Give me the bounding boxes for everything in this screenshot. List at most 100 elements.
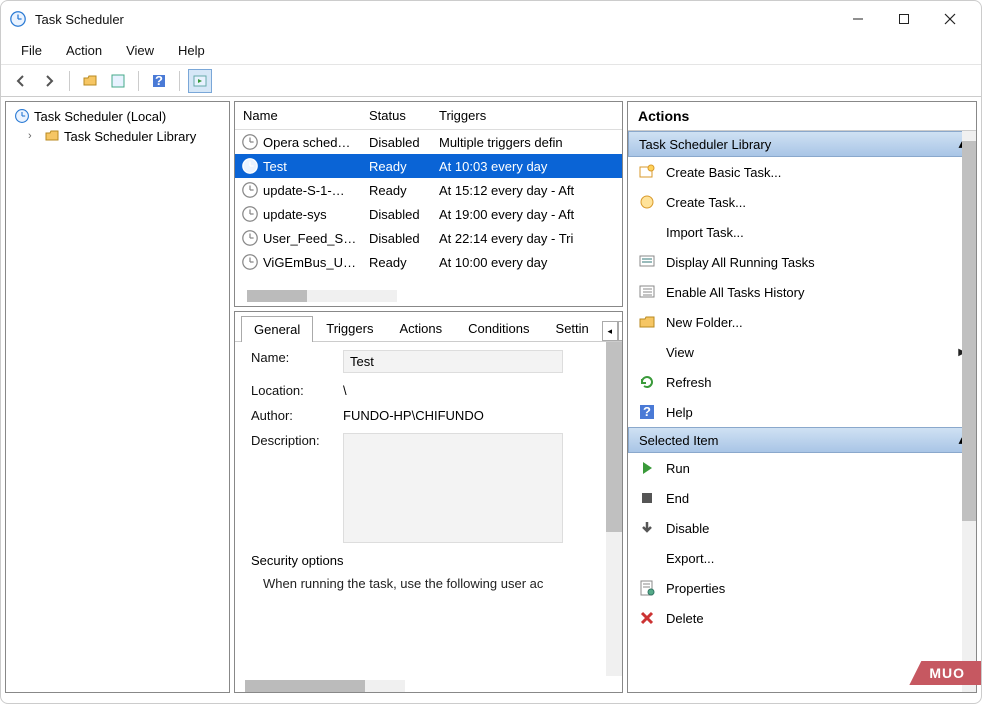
- col-name[interactable]: Name: [243, 108, 369, 123]
- task-row[interactable]: User_Feed_S…DisabledAt 22:14 every day -…: [235, 226, 622, 250]
- task-name: ViGEmBus_U…: [263, 255, 369, 270]
- description-label: Description:: [251, 433, 343, 448]
- task-row[interactable]: TestReadyAt 10:03 every day: [235, 154, 622, 178]
- name-label: Name:: [251, 350, 343, 365]
- action-import-task[interactable]: Import Task...: [628, 217, 976, 247]
- description-field[interactable]: [343, 433, 563, 543]
- action-properties[interactable]: Properties: [628, 573, 976, 603]
- run-tool-button[interactable]: [188, 69, 212, 93]
- toolbar-separator: [138, 71, 139, 91]
- action-label: End: [666, 491, 966, 506]
- menu-action[interactable]: Action: [54, 39, 114, 62]
- action-end[interactable]: End: [628, 483, 976, 513]
- details-vscroll[interactable]: [606, 342, 622, 676]
- scroll-thumb[interactable]: [247, 290, 307, 302]
- svg-text:?: ?: [155, 73, 163, 88]
- task-triggers: Multiple triggers defin: [439, 135, 616, 150]
- menubar: File Action View Help: [1, 37, 981, 65]
- properties-tool-button[interactable]: [106, 69, 130, 93]
- task-name: User_Feed_S…: [263, 231, 369, 246]
- titlebar: Task Scheduler: [1, 1, 981, 37]
- tree-panel: Task Scheduler (Local) › Task Scheduler …: [5, 101, 230, 693]
- tab-general[interactable]: General: [241, 316, 313, 342]
- task-name: Opera sched…: [263, 135, 369, 150]
- actions-body: Task Scheduler Library ▴ Create Basic Ta…: [628, 131, 976, 692]
- tab-settings[interactable]: Settin: [543, 315, 602, 341]
- task-name: update-S-1-…: [263, 183, 369, 198]
- name-field[interactable]: Test: [343, 350, 563, 373]
- minimize-button[interactable]: [835, 3, 881, 35]
- tab-nav: ◂ ▸: [602, 321, 623, 341]
- col-status[interactable]: Status: [369, 108, 439, 123]
- props-icon: [638, 579, 656, 597]
- menu-view[interactable]: View: [114, 39, 166, 62]
- location-value: \: [343, 383, 606, 398]
- expand-icon[interactable]: ›: [28, 130, 40, 142]
- task-row[interactable]: ViGEmBus_U…ReadyAt 10:00 every day: [235, 250, 622, 274]
- task-row[interactable]: update-S-1-…ReadyAt 15:12 every day - Af…: [235, 178, 622, 202]
- tree-child[interactable]: › Task Scheduler Library: [24, 126, 225, 146]
- actions-title: Actions: [628, 102, 976, 131]
- tab-actions[interactable]: Actions: [386, 315, 455, 341]
- forward-button[interactable]: [37, 69, 61, 93]
- action-label: Run: [666, 461, 966, 476]
- actions-vscroll[interactable]: [962, 131, 976, 692]
- action-label: Properties: [666, 581, 966, 596]
- help-tool-button[interactable]: ?: [147, 69, 171, 93]
- task-list-hscroll[interactable]: [247, 290, 397, 302]
- action-label: Disable: [666, 521, 966, 536]
- details-body: Name: Test Location: \ Author: FUNDO-HP\…: [235, 342, 622, 692]
- task-row[interactable]: Opera sched…DisabledMultiple triggers de…: [235, 130, 622, 154]
- tab-conditions[interactable]: Conditions: [455, 315, 542, 341]
- details-panel: General Triggers Actions Conditions Sett…: [234, 311, 623, 693]
- task-triggers: At 22:14 every day - Tri: [439, 231, 616, 246]
- folder-icon: [638, 313, 656, 331]
- details-hscroll[interactable]: [245, 680, 405, 692]
- maximize-button[interactable]: [881, 3, 927, 35]
- task-status: Disabled: [369, 231, 439, 246]
- action-label: Enable All Tasks History: [666, 285, 966, 300]
- folder-tool-button[interactable]: [78, 69, 102, 93]
- action-view[interactable]: View▶: [628, 337, 976, 367]
- action-help[interactable]: ?Help: [628, 397, 976, 427]
- action-display-all-running-tasks[interactable]: Display All Running Tasks: [628, 247, 976, 277]
- run-icon: [638, 459, 656, 477]
- action-enable-all-tasks-history[interactable]: Enable All Tasks History: [628, 277, 976, 307]
- menu-file[interactable]: File: [9, 39, 54, 62]
- tree-root-label: Task Scheduler (Local): [34, 109, 166, 124]
- close-button[interactable]: [927, 3, 973, 35]
- action-label: Delete: [666, 611, 966, 626]
- location-label: Location:: [251, 383, 343, 398]
- action-create-basic-task[interactable]: Create Basic Task...: [628, 157, 976, 187]
- task-list[interactable]: Name Status Triggers Opera sched…Disable…: [235, 102, 622, 306]
- col-triggers[interactable]: Triggers: [439, 108, 614, 123]
- scroll-thumb[interactable]: [606, 342, 622, 532]
- action-refresh[interactable]: Refresh: [628, 367, 976, 397]
- action-delete[interactable]: Delete: [628, 603, 976, 633]
- task-status: Ready: [369, 255, 439, 270]
- task-status: Disabled: [369, 207, 439, 222]
- tab-triggers[interactable]: Triggers: [313, 315, 386, 341]
- action-create-task[interactable]: Create Task...: [628, 187, 976, 217]
- tab-scroll-left[interactable]: ◂: [602, 321, 618, 341]
- tab-scroll-right[interactable]: ▸: [618, 321, 623, 341]
- task-name: update-sys: [263, 207, 369, 222]
- action-new-folder[interactable]: New Folder...: [628, 307, 976, 337]
- new-task-icon: [638, 193, 656, 211]
- action-label: Refresh: [666, 375, 966, 390]
- action-disable[interactable]: Disable: [628, 513, 976, 543]
- disable-icon: [638, 519, 656, 537]
- back-button[interactable]: [9, 69, 33, 93]
- action-run[interactable]: Run: [628, 453, 976, 483]
- tree-root[interactable]: Task Scheduler (Local): [10, 106, 225, 126]
- task-list-panel: Name Status Triggers Opera sched…Disable…: [234, 101, 623, 307]
- action-label: Create Task...: [666, 195, 966, 210]
- action-section-selected[interactable]: Selected Item ▴: [628, 427, 976, 453]
- menu-help[interactable]: Help: [166, 39, 217, 62]
- scroll-thumb[interactable]: [962, 141, 976, 521]
- scroll-thumb[interactable]: [245, 680, 365, 692]
- action-label: Create Basic Task...: [666, 165, 966, 180]
- action-section-library[interactable]: Task Scheduler Library ▴: [628, 131, 976, 157]
- task-row[interactable]: update-sysDisabledAt 19:00 every day - A…: [235, 202, 622, 226]
- action-export[interactable]: Export...: [628, 543, 976, 573]
